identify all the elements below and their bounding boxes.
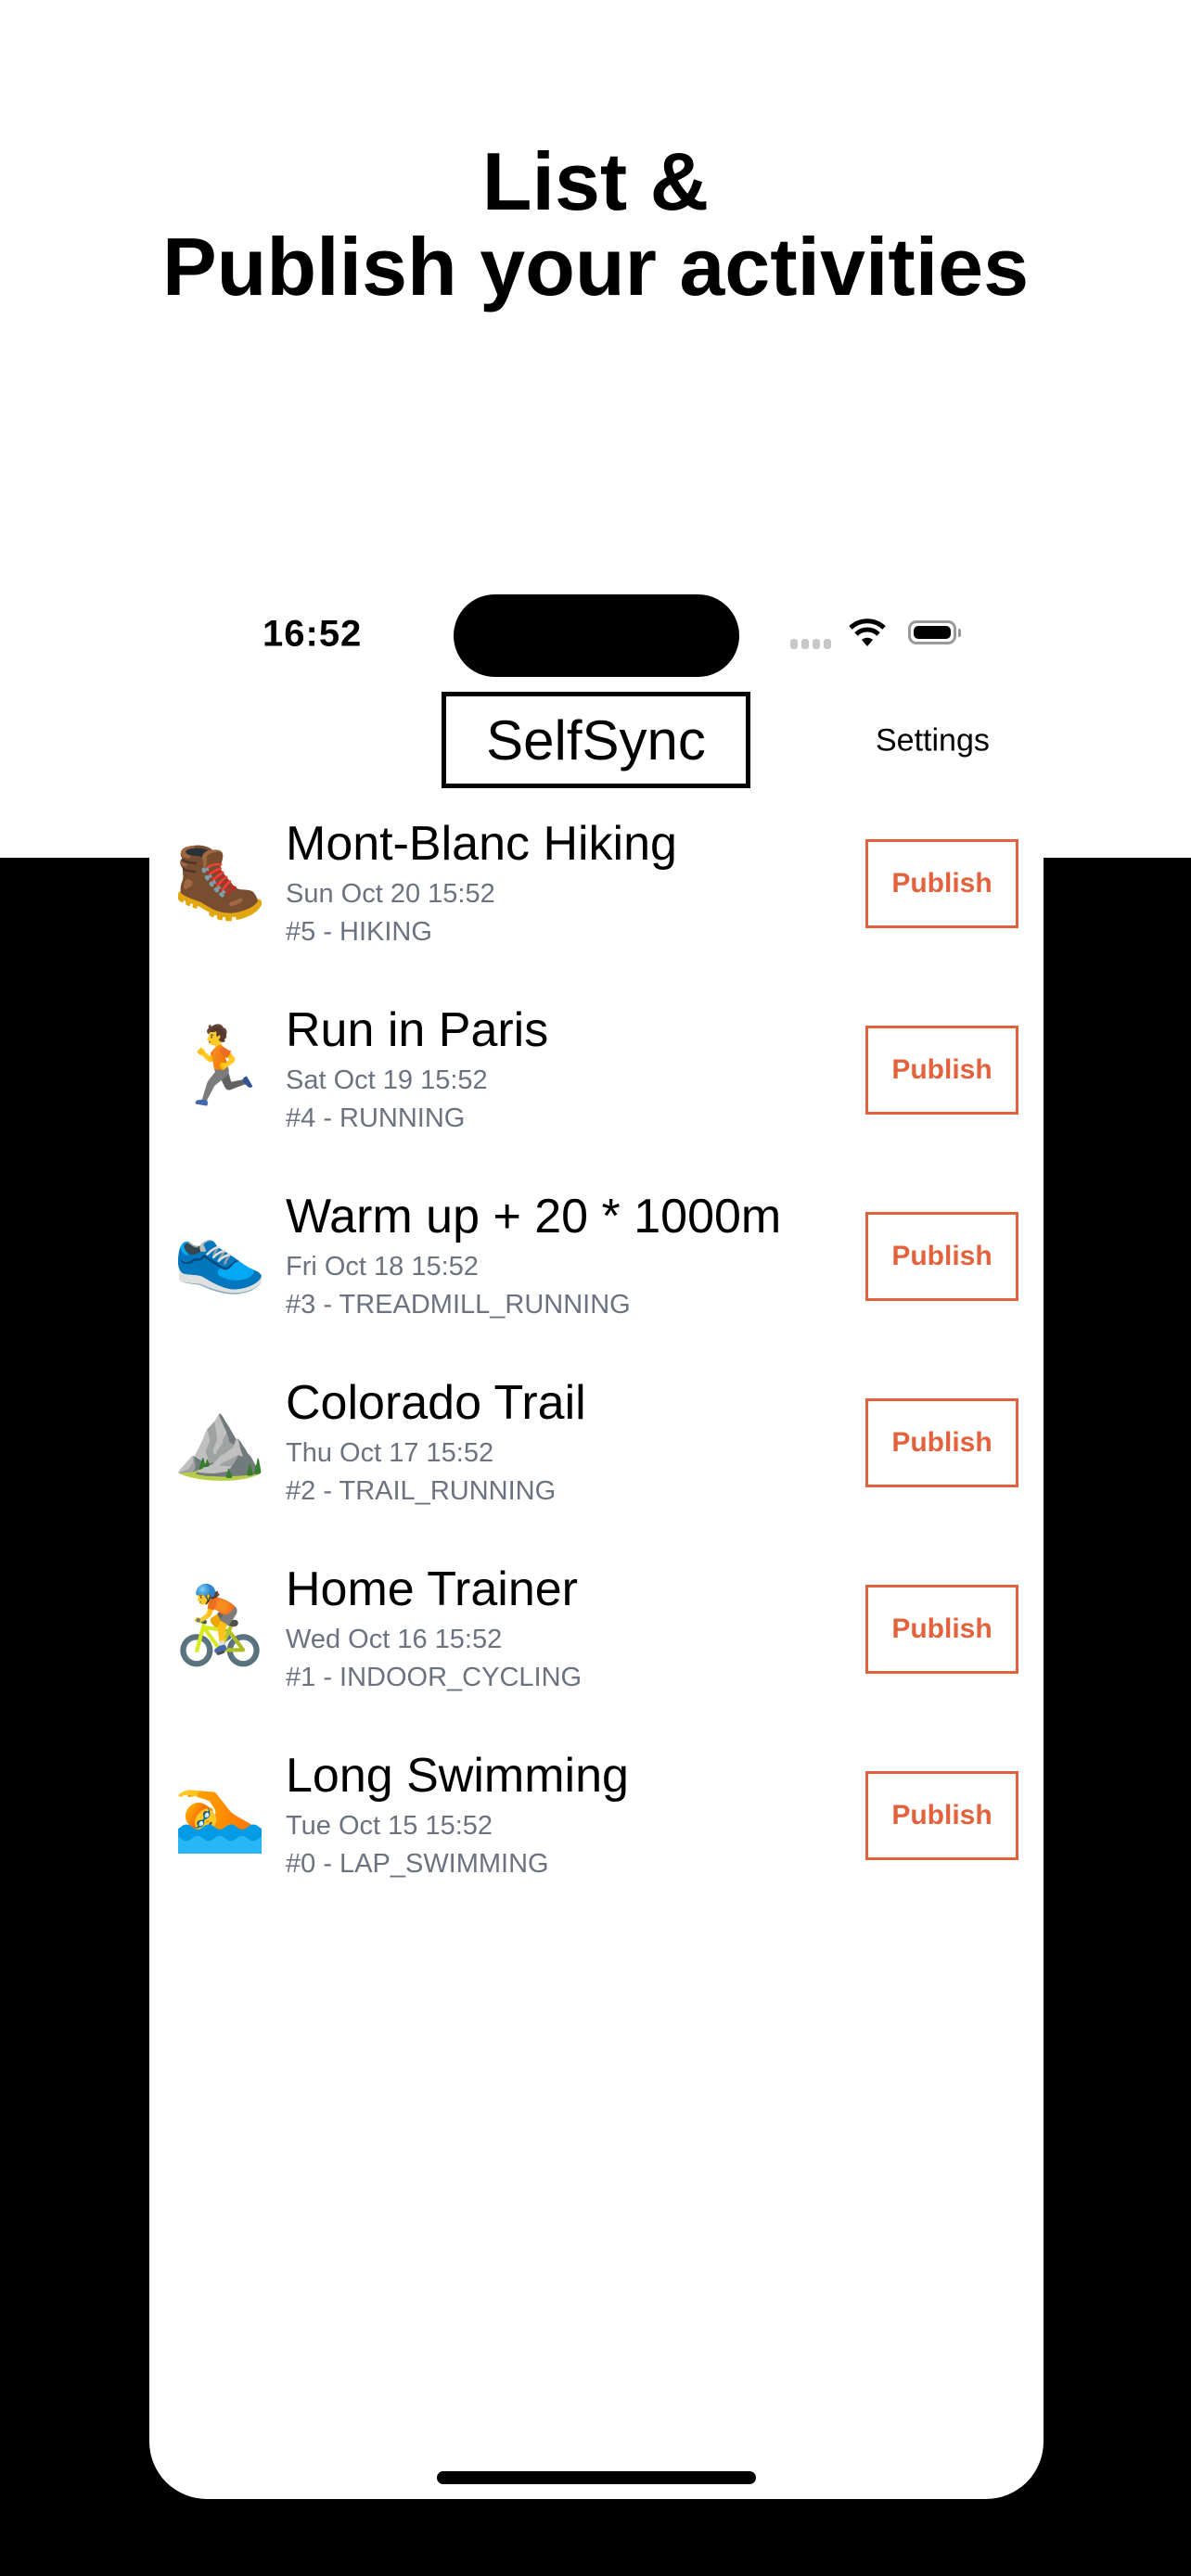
settings-button[interactable]: Settings <box>876 723 990 759</box>
publish-button[interactable]: Publish <box>865 1212 1018 1301</box>
sneaker-icon: 👟 <box>173 1211 268 1295</box>
headline: List & Publish your activities <box>0 139 1191 310</box>
activity-row[interactable]: 👟 Warm up + 20 * 1000m Fri Oct 18 15:52 … <box>149 1190 1044 1384</box>
wifi-icon <box>849 618 886 646</box>
activity-row[interactable]: ⛰️ Colorado Trail Thu Oct 17 15:52 #2 - … <box>149 1376 1044 1570</box>
app-logo: SelfSync <box>442 692 750 788</box>
activity-title: Home Trainer <box>286 1562 578 1616</box>
activity-title: Warm up + 20 * 1000m <box>286 1190 782 1243</box>
activity-title: Long Swimming <box>286 1749 629 1803</box>
activity-title: Mont-Blanc Hiking <box>286 817 677 871</box>
activity-type: #0 - LAP_SWIMMING <box>286 1849 549 1879</box>
headline-line-2: Publish your activities <box>161 221 1030 312</box>
mountain-icon: ⛰️ <box>173 1397 268 1482</box>
activity-date: Tue Oct 15 15:52 <box>286 1811 493 1841</box>
activity-row[interactable]: 🏊 Long Swimming Tue Oct 15 15:52 #0 - LA… <box>149 1749 1044 1943</box>
activity-type: #2 - TRAIL_RUNNING <box>286 1476 557 1506</box>
activity-row[interactable]: 🥾 Mont-Blanc Hiking Sun Oct 20 15:52 #5 … <box>149 817 1044 1011</box>
dynamic-island <box>454 594 739 677</box>
publish-button[interactable]: Publish <box>865 1771 1018 1860</box>
activity-type: #3 - TREADMILL_RUNNING <box>286 1290 631 1320</box>
home-indicator[interactable] <box>437 2471 756 2484</box>
runner-icon: 🏃 <box>173 1025 268 1109</box>
cyclist-icon: 🚴 <box>173 1584 268 1668</box>
publish-button[interactable]: Publish <box>865 1398 1018 1487</box>
activity-type: #1 - INDOOR_CYCLING <box>286 1663 583 1692</box>
activity-title: Run in Paris <box>286 1003 549 1057</box>
cellular-signal-icon <box>790 639 831 649</box>
activity-date: Fri Oct 18 15:52 <box>286 1252 479 1282</box>
activity-date: Sat Oct 19 15:52 <box>286 1065 488 1095</box>
publish-button[interactable]: Publish <box>865 1585 1018 1674</box>
activity-type: #5 - HIKING <box>286 917 432 947</box>
status-time: 16:52 <box>263 613 363 655</box>
activity-title: Colorado Trail <box>286 1376 586 1430</box>
headline-line-1: List & <box>481 135 710 227</box>
activity-type: #4 - RUNNING <box>286 1103 466 1133</box>
activity-row[interactable]: 🚴 Home Trainer Wed Oct 16 15:52 #1 - IND… <box>149 1562 1044 1756</box>
activity-date: Wed Oct 16 15:52 <box>286 1625 503 1654</box>
swimmer-icon: 🏊 <box>173 1770 268 1855</box>
activity-date: Sun Oct 20 15:52 <box>286 879 495 909</box>
activity-date: Thu Oct 17 15:52 <box>286 1438 494 1468</box>
activity-row[interactable]: 🏃 Run in Paris Sat Oct 19 15:52 #4 - RUN… <box>149 1003 1044 1197</box>
publish-button[interactable]: Publish <box>865 1026 1018 1115</box>
hiking-boot-icon: 🥾 <box>173 838 268 923</box>
battery-icon <box>908 620 961 644</box>
publish-button[interactable]: Publish <box>865 839 1018 928</box>
